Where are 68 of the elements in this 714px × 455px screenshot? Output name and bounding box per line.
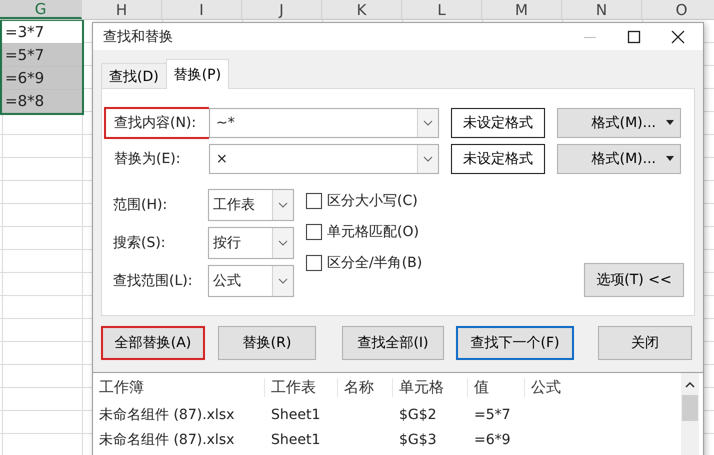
table-cell[interactable]: =6*9 [2,67,82,90]
dropdown-icon[interactable] [272,228,293,258]
format-status-button[interactable]: 未设定格式 [451,144,545,174]
maximize-icon[interactable] [627,30,641,44]
scroll-thumb[interactable] [682,395,698,421]
dropdown-icon[interactable] [417,109,438,137]
dropdown-icon[interactable] [272,190,293,220]
table-cell-text: =6*9 [473,432,512,448]
checkbox[interactable] [306,254,322,270]
column-header[interactable]: 工作簿 [93,378,265,397]
scrollbar[interactable] [681,373,699,455]
input-field[interactable]: × [209,144,439,174]
column-header[interactable]: L [402,0,482,19]
column-header[interactable]: 名称 [338,378,393,397]
dialog-button[interactable]: 查找下一个(F) [456,326,574,360]
format-button[interactable]: 格式(M)... [557,144,681,174]
field-label: 替换为(E): [113,150,182,169]
result-row[interactable]: 未命名组件 (87).xlsx Sheet1 $G$2 =5*7 [93,402,681,427]
column-header[interactable]: 单元格 [393,378,468,397]
column-header[interactable]: G [0,0,82,19]
caret-icon [666,156,674,162]
table-cell-text: 未命名组件 (87).xlsx [98,430,236,448]
checkbox-label[interactable]: 区分全/半角(B) [327,254,422,272]
checkbox-label[interactable]: 单元格匹配(O) [327,222,419,240]
table-cell-text: $G$2 [398,406,438,422]
column-header[interactable]: O [642,0,714,19]
caret-icon [666,120,674,126]
table-cell-text: 未命名组件 (87).xlsx [98,406,236,424]
column-header[interactable]: J [242,0,322,19]
format-button[interactable]: 格式(M)... [557,108,681,138]
options-button[interactable]: 选项(T) << [584,263,684,297]
column-header[interactable]: M [482,0,562,19]
column-header[interactable]: N [562,0,642,19]
field-label: 搜索(S): [113,234,167,252]
table-cell[interactable]: =8*8 [2,90,82,113]
dialog-button[interactable]: 全部替换(A) [101,326,205,360]
column-header[interactable]: 公式 [525,378,675,397]
column-header[interactable]: H [82,0,162,19]
table-cell-text: $G$3 [398,432,438,448]
dropdown-icon[interactable] [272,266,293,296]
format-status-button[interactable]: 未设定格式 [451,108,545,138]
column-header[interactable]: 工作表 [265,378,338,397]
dialog-button[interactable]: 替换(R) [218,326,316,360]
checkbox-label[interactable]: 区分大小写(C) [327,192,418,210]
column-header[interactable]: K [322,0,402,19]
tab[interactable]: 查找(D) [101,63,167,88]
table-cell-text: Sheet1 [270,432,322,448]
table-cell[interactable]: =5*7 [2,44,82,67]
column-header[interactable]: I [162,0,242,19]
table-cell-text: Sheet1 [270,406,322,422]
tab[interactable]: 替换(P) [166,59,230,89]
dialog-button[interactable]: 关闭 [598,326,692,360]
table-cell-text: =5*7 [473,406,512,422]
checkbox[interactable] [306,224,322,240]
result-row[interactable]: 未命名组件 (87).xlsx Sheet1 $G$3 =6*9 [93,427,681,452]
field-label: 查找范围(L): [113,272,194,290]
field-label: 范围(H): [113,196,168,214]
close-icon[interactable] [671,30,685,44]
dropdown[interactable]: 公式 [208,265,294,297]
column-header[interactable]: 值 [468,378,525,397]
scroll-up-icon[interactable] [685,381,695,389]
window-title: 查找和替换 [103,28,173,46]
dropdown[interactable]: 工作表 [208,189,294,221]
checkbox[interactable] [306,192,322,208]
dropdown[interactable]: 按行 [208,227,294,259]
dialog-button[interactable]: 查找全部(I) [342,326,444,360]
input-field[interactable]: ~* [209,108,439,138]
dropdown-icon[interactable] [417,145,438,173]
